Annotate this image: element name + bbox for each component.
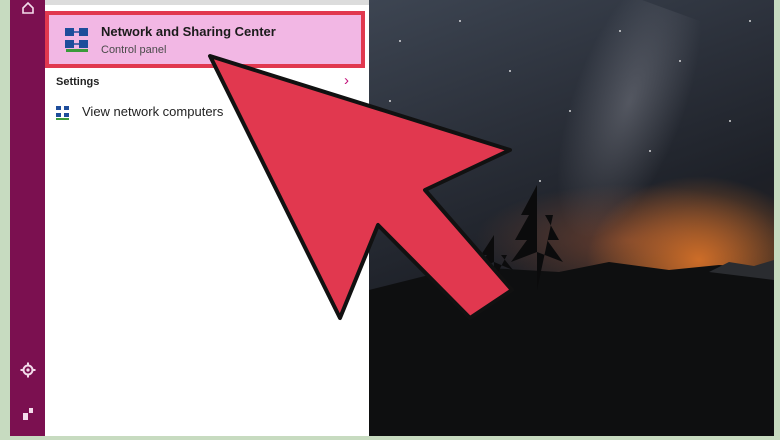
annotation-arrow <box>208 54 514 320</box>
